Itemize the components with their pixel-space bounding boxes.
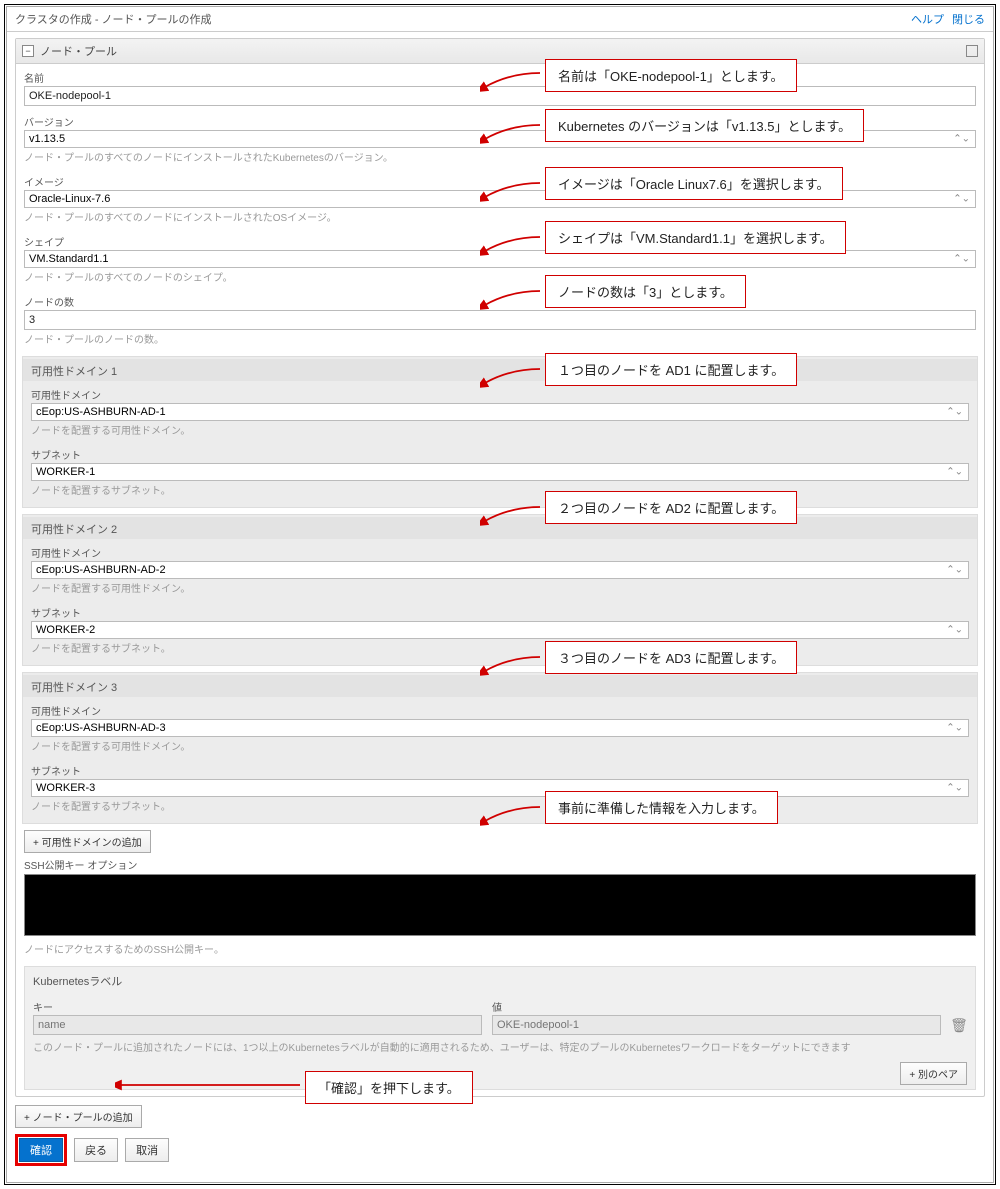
confirm-button[interactable]: 確認 xyxy=(19,1138,63,1162)
close-link[interactable]: 閉じる xyxy=(952,11,985,27)
outer-frame: クラスタの作成 - ノード・プールの作成 ヘルプ 閉じる − ノード・プール 名… xyxy=(4,4,996,1185)
name-label: 名前 xyxy=(24,68,976,86)
kube-title: Kubernetesラベル xyxy=(33,973,967,989)
trash-icon[interactable]: 🗑 xyxy=(951,1019,967,1035)
ad-label: 可用性ドメイン xyxy=(31,543,969,561)
ad-group-title: 可用性ドメイン 1 xyxy=(23,359,977,381)
count-label: ノードの数 xyxy=(24,292,976,310)
dialog-header: クラスタの作成 - ノード・プールの作成 ヘルプ 閉じる xyxy=(7,7,993,32)
callout-name: 名前は「OKE-nodepool-1」とします。 xyxy=(545,59,797,92)
add-pool-button[interactable]: + ノード・プールの追加 xyxy=(15,1105,142,1128)
kube-labels-panel: Kubernetesラベル キー 値 🗑 このノード・プールに追加されたノードに… xyxy=(24,966,976,1090)
ad-group-1: 可用性ドメイン 1 可用性ドメイン ⌃⌄ ノードを配置する可用性ドメイン。 サブ… xyxy=(22,356,978,508)
ad-group-title: 可用性ドメイン 3 xyxy=(23,675,977,697)
subnet-help: ノードを配置するサブネット。 xyxy=(31,797,969,815)
callout-ad3: ３つ目のノードを AD3 に配置します。 xyxy=(545,641,797,674)
callout-ad1: １つ目のノードを AD1 に配置します。 xyxy=(545,353,797,386)
subnet-label: サブネット xyxy=(31,761,969,779)
subnet-help: ノードを配置するサブネット。 xyxy=(31,639,969,657)
section-title: ノード・プール xyxy=(40,43,117,59)
count-help: ノード・プールのノードの数。 xyxy=(24,330,976,348)
dialog-body: − ノード・プール 名前 バージョン ⌃⌄ ノード・プールのすべてのノー xyxy=(7,32,993,1182)
ad-group-2: 可用性ドメイン 2 可用性ドメイン ⌃⌄ ノードを配置する可用性ドメイン。 サブ… xyxy=(22,514,978,666)
back-button[interactable]: 戻る xyxy=(74,1138,118,1162)
ad-label: 可用性ドメイン xyxy=(31,701,969,719)
add-pair-button[interactable]: + 別のペア xyxy=(900,1062,967,1085)
kube-key-input[interactable] xyxy=(33,1015,482,1035)
callout-confirm: 「確認」を押下します。 xyxy=(305,1071,473,1104)
kube-val-input[interactable] xyxy=(492,1015,941,1035)
callout-count: ノードの数は「3」とします。 xyxy=(545,275,746,308)
ad-help: ノードを配置する可用性ドメイン。 xyxy=(31,579,969,597)
ad-select[interactable] xyxy=(31,403,969,421)
ad-select[interactable] xyxy=(31,719,969,737)
dialog: クラスタの作成 - ノード・プールの作成 ヘルプ 閉じる − ノード・プール 名… xyxy=(6,6,994,1183)
dialog-title: クラスタの作成 - ノード・プールの作成 xyxy=(15,11,903,27)
ad-group-3: 可用性ドメイン 3 可用性ドメイン ⌃⌄ ノードを配置する可用性ドメイン。 サブ… xyxy=(22,672,978,824)
ssh-label: SSH公開キー オプション xyxy=(16,855,984,872)
kube-key-label: キー xyxy=(33,997,482,1015)
version-help: ノード・プールのすべてのノードにインストールされたKubernetesのバージョ… xyxy=(24,148,976,166)
cancel-button[interactable]: 取消 xyxy=(125,1138,169,1162)
name-field: 名前 xyxy=(16,64,984,108)
ssh-textarea[interactable] xyxy=(24,874,976,936)
count-input[interactable] xyxy=(24,310,976,330)
ad-help: ノードを配置する可用性ドメイン。 xyxy=(31,737,969,755)
callout-image: イメージは「Oracle Linux7.6」を選択します。 xyxy=(545,167,843,200)
collapse-icon[interactable]: − xyxy=(22,45,34,57)
shape-help: ノード・プールのすべてのノードのシェイプ。 xyxy=(24,268,976,286)
callout-ad2: ２つ目のノードを AD2 に配置します。 xyxy=(545,491,797,524)
subnet-select[interactable] xyxy=(31,779,969,797)
add-ad-button[interactable]: + 可用性ドメインの追加 xyxy=(24,830,151,853)
subnet-help: ノードを配置するサブネット。 xyxy=(31,481,969,499)
callout-ssh: 事前に準備した情報を入力します。 xyxy=(545,791,778,824)
subnet-label: サブネット xyxy=(31,603,969,621)
callout-shape: シェイプは「VM.Standard1.1」を選択します。 xyxy=(545,221,846,254)
kube-help: このノード・プールに追加されたノードには、1つ以上のKubernetesラベルが… xyxy=(33,1039,967,1054)
subnet-label: サブネット xyxy=(31,445,969,463)
ssh-help: ノードにアクセスするためのSSH公開キー。 xyxy=(16,939,984,958)
confirm-highlight: 確認 xyxy=(15,1134,67,1166)
name-input[interactable] xyxy=(24,86,976,106)
kube-val-label: 値 xyxy=(492,997,941,1015)
restore-icon[interactable] xyxy=(966,45,978,57)
help-link[interactable]: ヘルプ xyxy=(911,11,944,27)
section-header: − ノード・プール xyxy=(16,39,984,64)
subnet-select[interactable] xyxy=(31,463,969,481)
ad-help: ノードを配置する可用性ドメイン。 xyxy=(31,421,969,439)
count-field: ノードの数 ノード・プールのノードの数。 xyxy=(16,288,984,350)
ad-label: 可用性ドメイン xyxy=(31,385,969,403)
ad-select[interactable] xyxy=(31,561,969,579)
subnet-select[interactable] xyxy=(31,621,969,639)
ad-group-title: 可用性ドメイン 2 xyxy=(23,517,977,539)
callout-version: Kubernetes のバージョンは「v1.13.5」とします。 xyxy=(545,109,864,142)
